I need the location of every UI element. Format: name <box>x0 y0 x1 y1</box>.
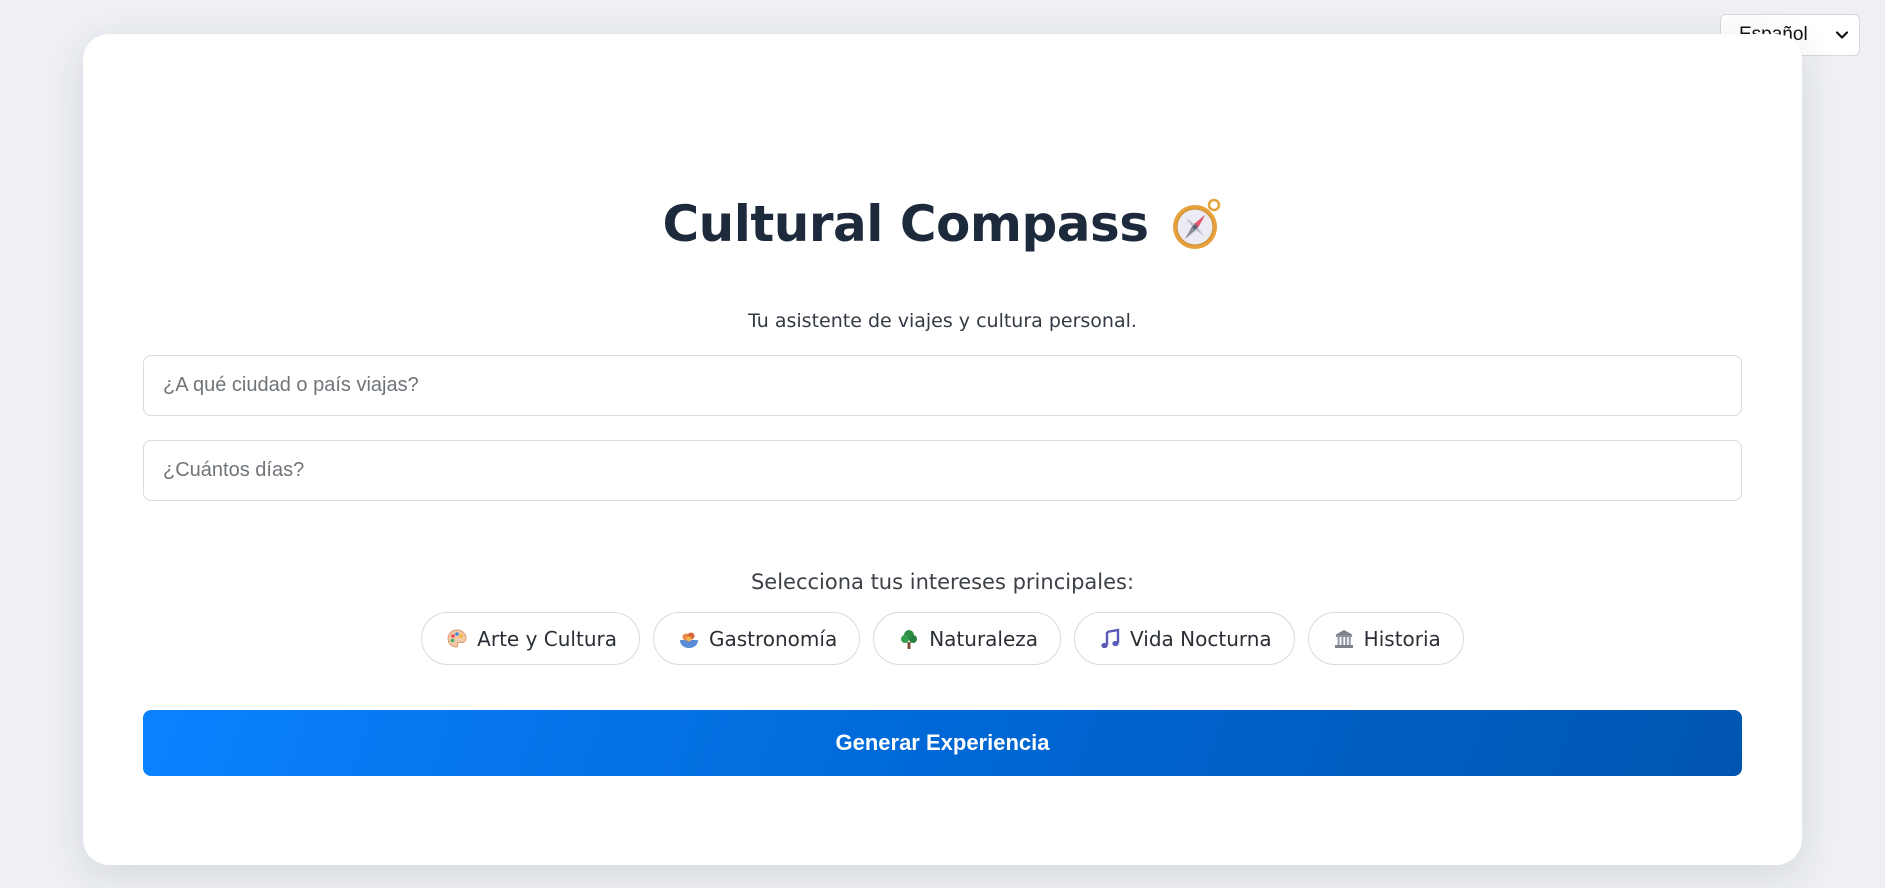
main-card: Cultural Compass Tu asistente de viajes … <box>83 34 1802 865</box>
days-input[interactable] <box>143 440 1742 501</box>
header: Cultural Compass <box>83 184 1802 264</box>
interest-chip-arte-y-cultura[interactable]: Arte y Cultura <box>421 612 640 665</box>
tree-icon <box>898 628 920 650</box>
interest-chip-vida-nocturna[interactable]: Vida Nocturna <box>1074 612 1295 665</box>
interest-chip-label: Arte y Cultura <box>477 626 617 651</box>
interest-chip-naturaleza[interactable]: Naturaleza <box>873 612 1062 665</box>
interest-chip-label: Gastronomía <box>708 626 838 651</box>
palette-icon <box>446 628 468 650</box>
destination-input[interactable] <box>143 355 1742 416</box>
interest-chip-historia[interactable]: Historia <box>1307 612 1464 665</box>
chevron-down-icon <box>1835 28 1849 42</box>
subtitle: Tu asistente de viajes y cultura persona… <box>748 310 1137 332</box>
interests-chips: Arte y Cultura Gastronomía Naturaleza Vi… <box>83 612 1802 665</box>
generate-experience-button[interactable]: Generar Experiencia <box>143 710 1742 776</box>
classical-building-icon <box>1333 628 1355 650</box>
music-note-icon <box>1099 628 1121 650</box>
page-title: Cultural Compass <box>662 195 1149 253</box>
compass-icon <box>1172 198 1220 249</box>
interest-chip-label: Historia <box>1363 626 1441 651</box>
food-icon <box>678 628 700 650</box>
interests-label: Selecciona tus intereses principales: <box>750 570 1135 594</box>
interest-chip-gastronomia[interactable]: Gastronomía <box>652 612 861 665</box>
interest-chip-label: Naturaleza <box>929 626 1039 651</box>
interest-chip-label: Vida Nocturna <box>1130 626 1272 651</box>
